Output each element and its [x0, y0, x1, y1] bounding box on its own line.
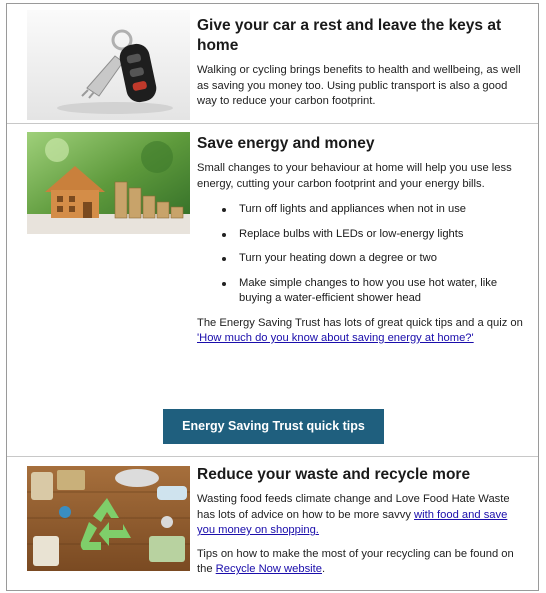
recycle-paragraph: Tips on how to make the most of your rec… [197, 547, 528, 578]
section-intro: Small changes to your behaviour at home … [197, 162, 512, 190]
energy-saving-tips-button[interactable]: Energy Saving Trust quick tips [163, 409, 384, 444]
recycling-icon [27, 466, 190, 571]
section-car: Give your car a rest and leave the keys … [7, 4, 538, 124]
section-car-text: Give your car a rest and leave the keys … [197, 16, 528, 110]
car-keys-icon [27, 10, 190, 120]
recycle-end: . [322, 563, 326, 575]
section-title: Save energy and money [197, 135, 375, 152]
section-waste-text: Reduce your waste and recycle more Wasti… [197, 465, 528, 586]
cta-wrap: Energy Saving Trust quick tips [7, 409, 538, 444]
section-energy-text: Save energy and money Small changes to y… [197, 134, 528, 347]
quiz-link[interactable]: 'How much do you know about saving energ… [197, 332, 474, 344]
list-item: Replace bulbs with LEDs or low-energy li… [219, 227, 528, 243]
section-waste: Reduce your waste and recycle more Wasti… [7, 457, 538, 588]
section-body: Walking or cycling brings benefits to he… [197, 64, 521, 107]
section-title: Give your car a rest and leave the keys … [197, 17, 502, 54]
section-energy: Save energy and money Small changes to y… [7, 124, 538, 457]
quiz-paragraph: The Energy Saving Trust has lots of grea… [197, 316, 528, 347]
house-coins-image [27, 132, 190, 234]
recycling-image [27, 466, 190, 571]
list-item: Turn off lights and appliances when not … [219, 202, 528, 218]
car-keys-image [27, 10, 190, 120]
house-coins-icon [27, 132, 190, 234]
recycle-now-link[interactable]: Recycle Now website [216, 563, 322, 575]
waste-paragraph: Wasting food feeds climate change and Lo… [197, 492, 528, 539]
list-item: Make simple changes to how you use hot w… [219, 276, 528, 307]
quiz-text: The Energy Saving Trust has lots of grea… [197, 316, 523, 329]
newsletter-frame: Give your car a rest and leave the keys … [6, 3, 539, 591]
energy-tips-list: Turn off lights and appliances when not … [219, 202, 528, 307]
section-title: Reduce your waste and recycle more [197, 466, 471, 483]
list-item: Turn your heating down a degree or two [219, 251, 528, 267]
